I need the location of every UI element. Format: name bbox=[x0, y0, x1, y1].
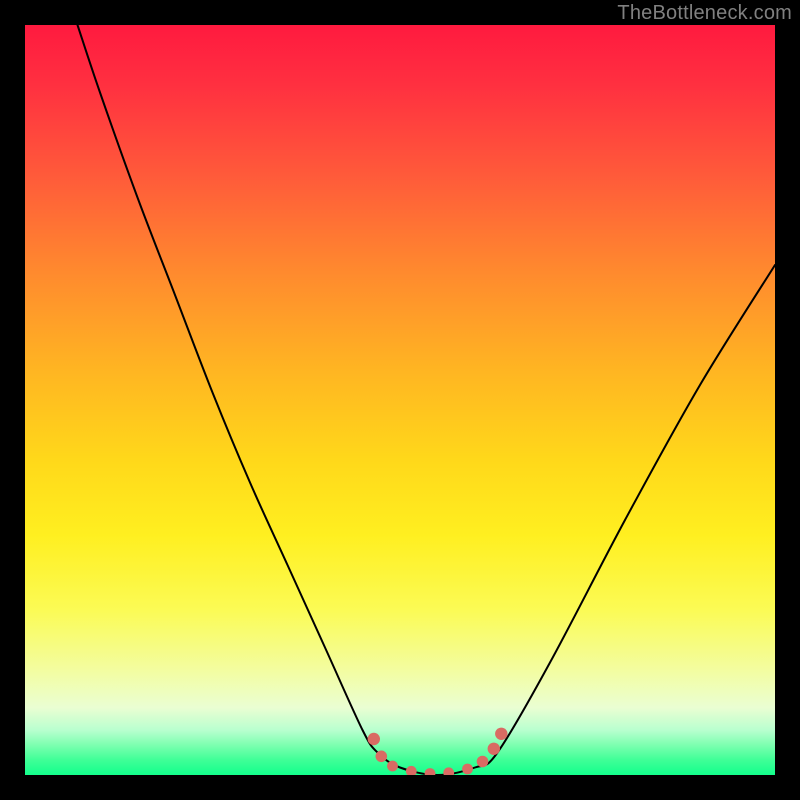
valley-marker bbox=[406, 766, 417, 775]
outer-frame: TheBottleneck.com bbox=[0, 0, 800, 800]
valley-marker bbox=[425, 768, 436, 775]
watermark-text: TheBottleneck.com bbox=[617, 2, 792, 25]
valley-marker bbox=[368, 733, 380, 745]
valley-marker bbox=[376, 751, 388, 763]
valley-marker bbox=[443, 767, 454, 775]
valley-marker bbox=[488, 743, 500, 755]
curve-layer bbox=[25, 25, 775, 775]
bottleneck-curve bbox=[78, 25, 776, 775]
valley-marker bbox=[387, 761, 398, 772]
plot-area bbox=[25, 25, 775, 775]
valley-marker bbox=[462, 764, 473, 775]
valley-markers bbox=[368, 728, 508, 775]
valley-marker bbox=[477, 756, 489, 768]
valley-marker bbox=[495, 728, 507, 740]
